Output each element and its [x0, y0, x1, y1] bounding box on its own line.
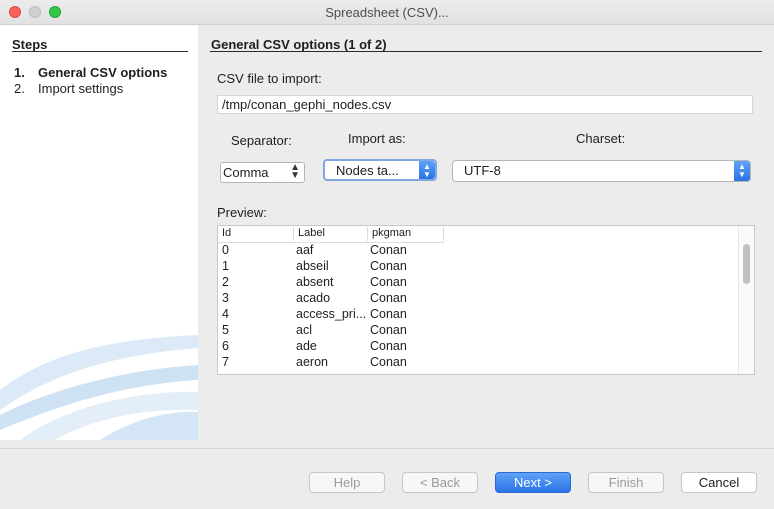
cell-id: 2 — [222, 275, 229, 289]
import-as-label: Import as: — [348, 131, 406, 146]
steps-heading: Steps — [12, 37, 48, 52]
section-divider — [210, 51, 762, 52]
step-label: Import settings — [38, 81, 124, 96]
cell-pkgman: Conan — [370, 323, 407, 337]
cell-id: 7 — [222, 355, 229, 369]
section-heading: General CSV options (1 of 2) — [211, 37, 387, 52]
cell-label: abseil — [296, 259, 329, 273]
wizard-decoration-image — [0, 335, 198, 440]
cell-pkgman: Conan — [370, 275, 407, 289]
cell-label: aeron — [296, 355, 328, 369]
cell-id: 3 — [222, 291, 229, 305]
charset-label: Charset: — [576, 131, 626, 146]
column-header-id[interactable]: Id — [218, 227, 294, 241]
help-button[interactable]: Help — [309, 472, 385, 493]
cell-label: aaf — [296, 243, 314, 257]
cell-pkgman: Conan — [370, 339, 407, 353]
step-label: General CSV options — [38, 65, 168, 80]
charset-value: UTF-8 — [464, 163, 501, 178]
csv-file-label: CSV file to import: — [217, 71, 322, 86]
separator-label: Separator: — [231, 133, 292, 148]
column-header-pkgman[interactable]: pkgman — [368, 227, 444, 241]
import-as-select[interactable]: Nodes ta... ▲ ▼ — [323, 159, 437, 181]
separator-value: Comma — [223, 165, 269, 180]
cell-label: ade — [296, 339, 317, 353]
charset-select[interactable]: UTF-8 ▲ ▼ — [452, 160, 751, 182]
cell-pkgman: Conan — [370, 307, 407, 321]
preview-table[interactable]: Id Label pkgman 0 aaf Conan 1 abseil Con… — [217, 225, 755, 375]
import-as-value: Nodes ta... — [336, 163, 399, 178]
footer-divider — [0, 448, 774, 449]
cancel-button[interactable]: Cancel — [681, 472, 757, 493]
cell-id: 1 — [222, 259, 229, 273]
cell-label: access_pri... — [296, 307, 367, 321]
step-general-csv-options: 1. General CSV options — [14, 65, 167, 80]
step-number: 1. — [14, 65, 25, 80]
cell-label: acado — [296, 291, 331, 305]
chevron-updown-icon: ▲ ▼ — [734, 161, 750, 181]
separator-select[interactable]: Comma ▲ ▼ — [220, 162, 305, 183]
cell-pkgman: Conan — [370, 355, 407, 369]
chevron-updown-icon: ▲ ▼ — [290, 162, 300, 181]
step-import-settings: 2. Import settings — [14, 81, 123, 96]
steps-divider — [12, 51, 188, 52]
preview-label: Preview: — [217, 205, 267, 220]
title-bar: Spreadsheet (CSV)... — [0, 0, 774, 25]
column-header-label[interactable]: Label — [294, 227, 368, 241]
cell-id: 6 — [222, 339, 229, 353]
finish-button[interactable]: Finish — [588, 472, 664, 493]
chevron-updown-icon: ▲ ▼ — [419, 161, 435, 179]
csv-file-path-field[interactable]: /tmp/conan_gephi_nodes.csv — [217, 95, 753, 114]
step-number: 2. — [14, 81, 25, 96]
cell-pkgman: Conan — [370, 259, 407, 273]
table-header: Id Label pkgman — [218, 226, 444, 243]
cell-id: 4 — [222, 307, 229, 321]
preview-vertical-scrollbar[interactable] — [738, 226, 754, 374]
cell-id: 5 — [222, 323, 229, 337]
scrollbar-thumb[interactable] — [743, 244, 750, 284]
cell-id: 0 — [222, 243, 229, 257]
window-title: Spreadsheet (CSV)... — [325, 5, 449, 20]
next-button[interactable]: Next > — [495, 472, 571, 493]
steps-panel: Steps 1. General CSV options 2. Import set… — [0, 25, 198, 440]
cell-label: absent — [296, 275, 334, 289]
back-button[interactable]: < Back — [402, 472, 478, 493]
cell-pkgman: Conan — [370, 243, 407, 257]
cell-label: acl — [296, 323, 312, 337]
cell-pkgman: Conan — [370, 291, 407, 305]
